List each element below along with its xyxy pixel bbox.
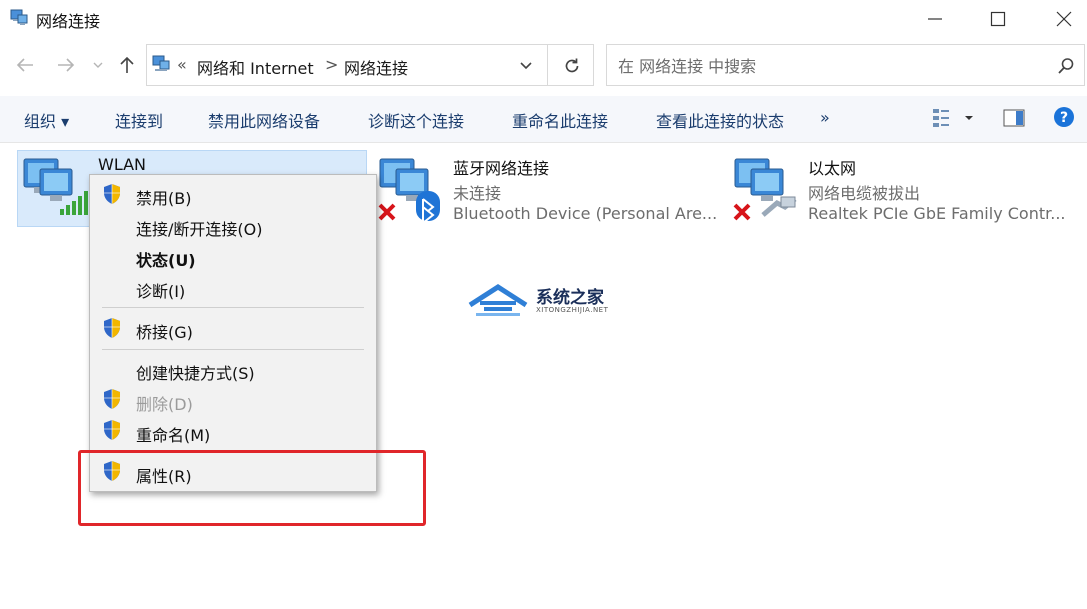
maximize-button[interactable]: [974, 0, 1022, 38]
connect-to-button[interactable]: 连接到: [115, 108, 163, 132]
close-icon: [1056, 11, 1072, 27]
diagnose-connection-button[interactable]: 诊断这个连接: [368, 108, 464, 132]
recent-locations-button[interactable]: [88, 50, 108, 80]
uac-shield-icon: [104, 318, 120, 338]
arrow-up-icon: [120, 56, 134, 73]
highlight-annotation-box: [78, 450, 426, 526]
menu-separator: [102, 349, 364, 350]
organize-menu[interactable]: 组织 ▾: [24, 108, 69, 132]
more-commands-button[interactable]: »: [820, 108, 830, 127]
uac-shield-icon: [104, 389, 120, 409]
address-divider: [547, 45, 548, 85]
menu-item-status[interactable]: 状态(U): [136, 247, 196, 271]
refresh-icon[interactable]: [563, 57, 581, 75]
view-status-button[interactable]: 查看此连接的状态: [656, 108, 784, 132]
network-folder-icon: [152, 55, 170, 71]
connection-status-ethernet: 网络电缆被拔出: [808, 184, 921, 203]
address-bar[interactable]: « 网络和 Internet > 网络连接: [146, 44, 594, 86]
svg-text:?: ?: [1060, 110, 1068, 126]
close-button[interactable]: [1040, 0, 1087, 38]
title-bar: 网络连接: [0, 0, 1087, 38]
back-button[interactable]: [12, 50, 38, 80]
menu-item-connect-disconnect[interactable]: 连接/断开连接(O): [136, 216, 262, 240]
connection-device-bluetooth: Bluetooth Device (Personal Are...: [453, 204, 718, 223]
minimize-icon: [928, 18, 942, 20]
menu-item-bridge[interactable]: 桥接(G): [136, 319, 193, 343]
ethernet-adapter-icon: [733, 158, 797, 221]
watermark-logo-icon: [468, 284, 528, 316]
watermark-domain: XITONGZHIJIA.NET: [536, 306, 609, 314]
arrow-left-icon: [16, 58, 33, 72]
connection-name-wlan: WLAN: [98, 155, 147, 174]
uac-shield-icon: [104, 420, 120, 440]
menu-separator: [102, 307, 364, 308]
breadcrumb-network-internet[interactable]: 网络和 Internet: [197, 55, 314, 79]
menu-item-disable[interactable]: 禁用(B): [136, 185, 191, 209]
context-menu: 禁用(B) 连接/断开连接(O) 状态(U) 诊断(I) 桥接(G) 创建快捷方…: [89, 174, 377, 492]
breadcrumb-overflow[interactable]: «: [177, 55, 187, 74]
menu-item-delete: 删除(D): [136, 395, 193, 414]
uac-shield-icon: [104, 184, 120, 204]
search-input[interactable]: [616, 54, 1040, 78]
minimize-button[interactable]: [911, 0, 959, 38]
menu-item-rename[interactable]: 重命名(M): [136, 422, 210, 446]
watermark-name: 系统之家: [536, 288, 604, 308]
command-bar: 组织 ▾ 连接到 禁用此网络设备 诊断这个连接 重命名此连接 查看此连接的状态 …: [0, 96, 1087, 143]
address-history-chevron-icon[interactable]: [519, 61, 533, 71]
chevron-down-icon: [93, 62, 103, 68]
up-button[interactable]: [114, 50, 140, 80]
maximize-icon: [990, 11, 1006, 27]
view-options-chevron-icon[interactable]: [964, 115, 974, 121]
network-connections-icon: [10, 9, 28, 25]
menu-item-create-shortcut[interactable]: 创建快捷方式(S): [136, 360, 255, 384]
forward-button[interactable]: [53, 50, 79, 80]
view-options-icon[interactable]: [932, 108, 954, 128]
bluetooth-adapter-icon: [378, 158, 440, 223]
help-icon[interactable]: ?: [1053, 106, 1075, 128]
arrow-right-icon: [58, 58, 75, 72]
connection-device-ethernet: Realtek PCIe GbE Family Contr...: [808, 204, 1066, 223]
preview-pane-icon[interactable]: [1003, 109, 1025, 127]
rename-connection-button[interactable]: 重命名此连接: [512, 108, 608, 132]
search-icon[interactable]: [1057, 57, 1075, 75]
connection-name-ethernet[interactable]: 以太网: [808, 155, 856, 179]
wlan-adapter-icon: [23, 158, 88, 215]
connection-name-bluetooth[interactable]: 蓝牙网络连接: [453, 155, 549, 179]
breadcrumb-network-connections[interactable]: 网络连接: [344, 55, 408, 79]
window-title: 网络连接: [36, 12, 101, 31]
breadcrumb-separator: >: [325, 55, 339, 74]
connection-status-bluetooth: 未连接: [453, 184, 502, 203]
menu-item-diagnose[interactable]: 诊断(I): [136, 278, 185, 302]
search-box[interactable]: [606, 44, 1085, 86]
disable-device-button[interactable]: 禁用此网络设备: [208, 108, 320, 132]
